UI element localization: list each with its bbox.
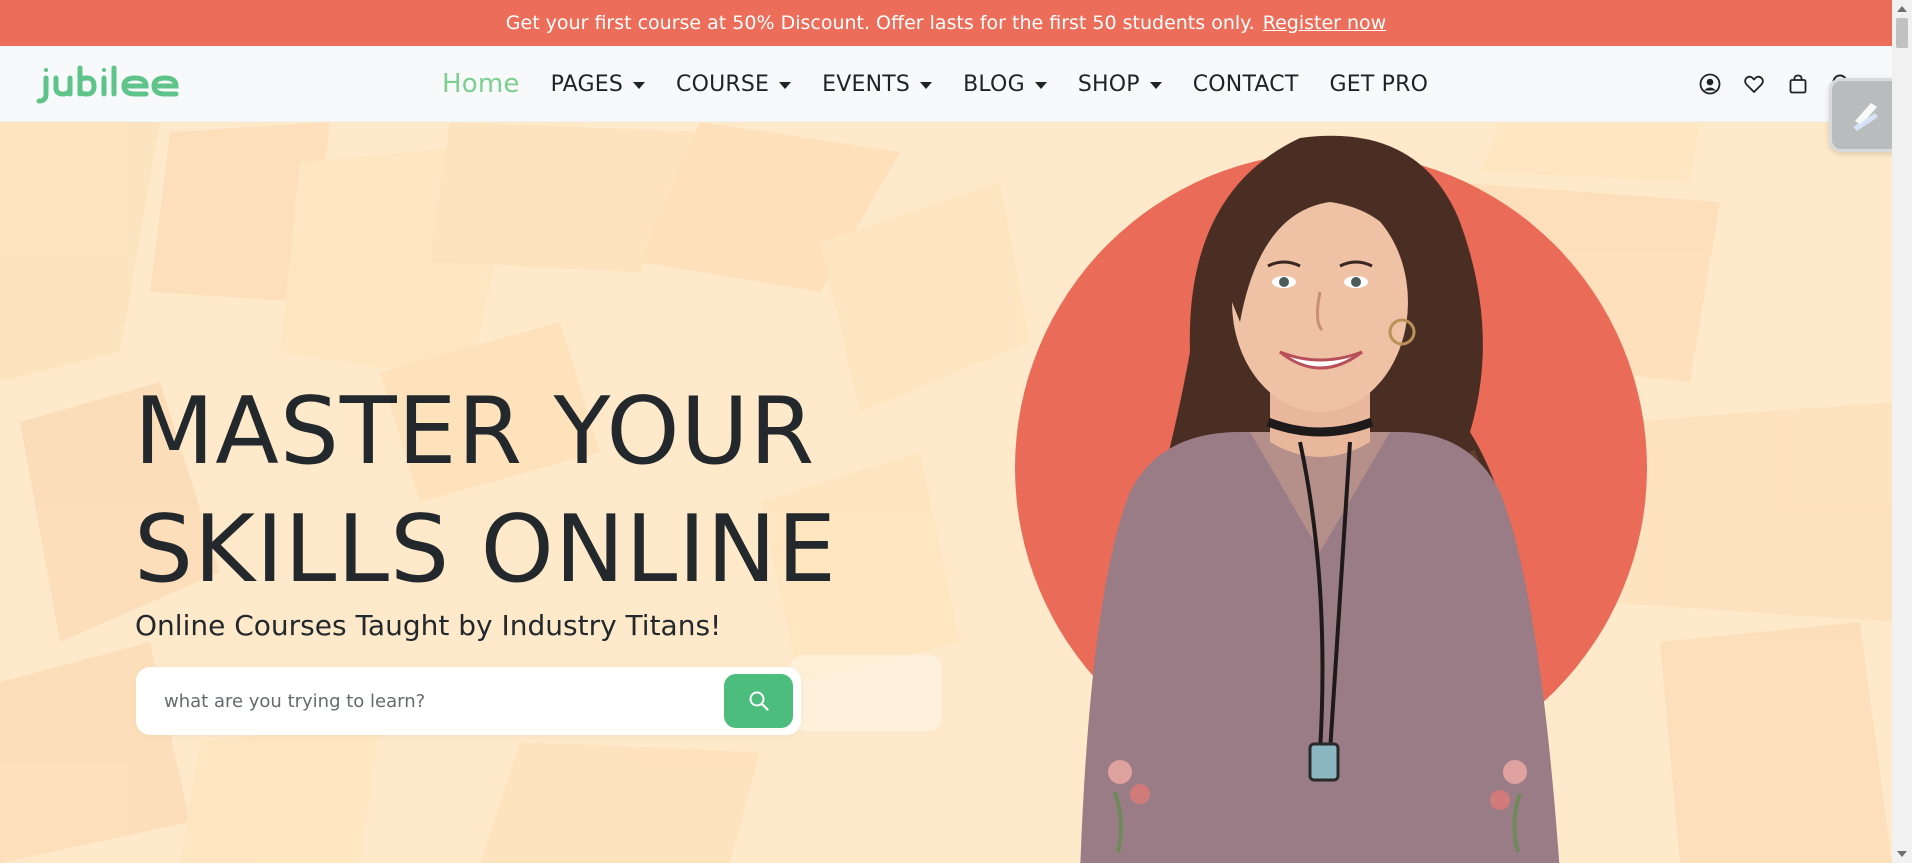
caret-down-icon xyxy=(1149,81,1162,89)
promo-bar: Get your first course at 50% Discount. O… xyxy=(0,0,1892,46)
nav-blog[interactable]: BLOG xyxy=(963,46,1047,122)
nav-home[interactable]: Home xyxy=(442,46,520,122)
scrollbar-thumb[interactable] xyxy=(1896,18,1908,48)
promo-text: Get your first course at 50% Discount. O… xyxy=(505,12,1255,34)
nav-pages-label: PAGES xyxy=(550,71,624,97)
page: Get your first course at 50% Discount. O… xyxy=(0,0,1912,863)
nav-contact-label: CONTACT xyxy=(1192,71,1299,97)
bag-icon[interactable] xyxy=(1786,72,1810,96)
nav-course[interactable]: COURSE xyxy=(676,46,792,122)
scroll-down-arrow-icon[interactable] xyxy=(1897,851,1907,857)
nav-home-label: Home xyxy=(442,69,520,99)
caret-down-icon xyxy=(920,81,933,89)
caret-down-icon xyxy=(779,81,792,89)
nav-course-label: COURSE xyxy=(676,71,770,97)
search-icon xyxy=(749,691,769,711)
page-scrollbar[interactable] xyxy=(1892,0,1912,863)
caret-down-icon xyxy=(633,81,646,89)
nav-shop-label: SHOP xyxy=(1077,71,1140,97)
hero-student-image xyxy=(1015,135,1647,863)
main-nav: Home PAGES COURSE EVENTS BLOG SHOP CONTA… xyxy=(442,46,1459,122)
nav-get-pro[interactable]: GET PRO xyxy=(1329,46,1428,122)
nav-pages[interactable]: PAGES xyxy=(550,46,646,122)
hero-title-line-1: MASTER YOUR xyxy=(134,377,816,485)
user-icon[interactable] xyxy=(1698,72,1722,96)
heart-icon[interactable] xyxy=(1742,72,1766,96)
scroll-up-arrow-icon[interactable] xyxy=(1897,6,1907,12)
hero-section: MASTER YOUR SKILLS ONLINE Online Courses… xyxy=(0,122,1892,863)
course-search-button[interactable] xyxy=(724,674,793,728)
hero-title: MASTER YOUR SKILLS ONLINE xyxy=(134,372,838,608)
search-decoration xyxy=(790,655,942,731)
hero-title-line-2: SKILLS ONLINE xyxy=(134,495,838,603)
app-logo-icon xyxy=(1853,103,1878,131)
jubilee-logo xyxy=(36,65,179,104)
course-search xyxy=(136,667,801,735)
nav-shop[interactable]: SHOP xyxy=(1078,46,1162,122)
nav-events-label: EVENTS xyxy=(822,71,911,97)
floating-widget-button[interactable] xyxy=(1829,78,1901,152)
nav-blog-label: BLOG xyxy=(963,71,1025,97)
register-now-link[interactable]: Register now xyxy=(1263,12,1386,34)
nav-contact[interactable]: CONTACT xyxy=(1193,46,1299,122)
course-search-input[interactable] xyxy=(164,681,704,721)
hero-subtitle: Online Courses Taught by Industry Titans… xyxy=(135,609,722,642)
logo[interactable]: jubilee xyxy=(36,61,196,107)
caret-down-icon xyxy=(1034,81,1047,89)
site-header: jubilee Home PAGES COURSE EVENTS BLOG xyxy=(0,46,1892,122)
nav-get-pro-label: GET PRO xyxy=(1329,71,1429,97)
nav-events[interactable]: EVENTS xyxy=(822,46,933,122)
